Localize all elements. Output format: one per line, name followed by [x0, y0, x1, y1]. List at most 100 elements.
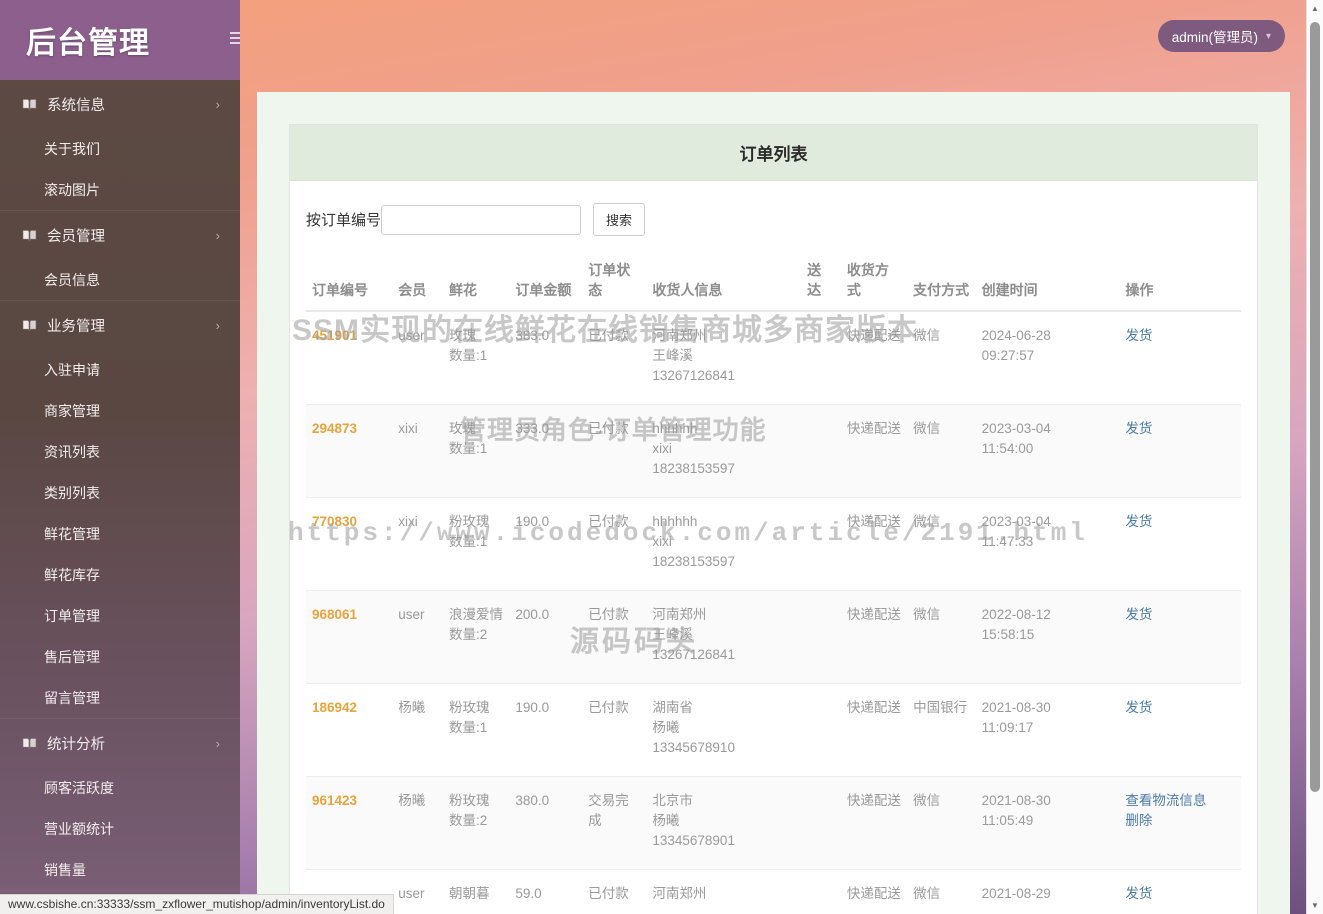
- sidebar-item[interactable]: 类别列表: [0, 472, 240, 513]
- cell-status: 交易完成: [582, 776, 647, 870]
- sidebar-group-header[interactable]: 业务管理 ›: [0, 301, 240, 349]
- column-header-ops[interactable]: 操作: [1119, 252, 1241, 312]
- row-action-link[interactable]: 发货: [1125, 605, 1235, 625]
- scroll-up-icon[interactable]: ▲: [1307, 0, 1323, 17]
- hamburger-icon[interactable]: [220, 20, 240, 56]
- cell-receiver: hhhhhh xixi 18238153597: [646, 404, 802, 498]
- column-header-pay[interactable]: 支付方式: [907, 252, 976, 312]
- cell-created-line: 2021-08-30: [981, 700, 1051, 715]
- cell-status: 已付款: [582, 404, 647, 498]
- search-bar: 按订单编号 搜索: [306, 197, 1241, 252]
- sidebar-item[interactable]: 会员信息: [0, 259, 240, 300]
- sidebar-item-label: 营业额统计: [44, 820, 114, 837]
- row-action-link[interactable]: 发货: [1125, 698, 1235, 718]
- cell-member: user: [392, 590, 444, 684]
- row-action-link[interactable]: 发货: [1125, 512, 1235, 532]
- sidebar-item[interactable]: 入驻申请: [0, 349, 240, 390]
- sidebar-item[interactable]: 营业额统计: [0, 808, 240, 849]
- cell-flower-name: 粉玫瑰: [449, 793, 490, 808]
- cell-ops: 发货: [1119, 869, 1241, 914]
- cell-created: 2021-08-30 11:05:49: [975, 776, 1120, 870]
- column-header-member[interactable]: 会员: [392, 252, 444, 312]
- cell-member: xixi: [392, 497, 444, 591]
- book-icon: [22, 319, 37, 332]
- sidebar-item[interactable]: 留言管理: [0, 677, 240, 718]
- cell-created-line: 2023-03-04: [981, 421, 1051, 436]
- row-action-link[interactable]: 查看物流信息: [1125, 791, 1235, 811]
- user-account-label: admin(管理员): [1171, 30, 1258, 45]
- chevron-right-icon: ›: [215, 227, 220, 243]
- scroll-down-icon[interactable]: ▼: [1307, 897, 1323, 914]
- cell-receiver-line: 18238153597: [652, 461, 735, 476]
- sidebar-item[interactable]: 鲜花库存: [0, 554, 240, 595]
- orders-table-body: 451901 user 玫瑰 数量:1 383.0 已付款 河南郑州 王峰溪 132671268…: [306, 311, 1241, 914]
- sidebar-item[interactable]: 关于我们: [0, 128, 240, 169]
- sidebar-item[interactable]: 售后管理: [0, 636, 240, 677]
- sidebar-item[interactable]: 商家管理: [0, 390, 240, 431]
- row-action-link[interactable]: 发货: [1125, 419, 1235, 439]
- scrollbar-thumb[interactable]: [1310, 22, 1320, 792]
- column-header-order-no[interactable]: 订单编号: [306, 252, 393, 312]
- table-row: 294873 xixi 玫瑰 数量:1 333.0 已付款 hhhhhh xixi 182381…: [306, 404, 1241, 498]
- row-action-link[interactable]: 发货: [1125, 884, 1235, 904]
- cell-flower: 浪漫爱情 数量:2: [443, 590, 510, 684]
- sidebar-item[interactable]: 顾客活跃度: [0, 767, 240, 808]
- search-button[interactable]: 搜索: [593, 203, 646, 236]
- row-action-link[interactable]: 删除: [1125, 811, 1235, 831]
- column-header-flower[interactable]: 鲜花: [443, 252, 510, 312]
- cell-ops: 发货: [1119, 311, 1241, 405]
- vertical-scrollbar[interactable]: ▲ ▼: [1306, 0, 1323, 914]
- cell-created-line: 2024-06-28: [981, 328, 1051, 343]
- cell-created-line: 2021-08-29: [981, 886, 1051, 901]
- column-header-ship[interactable]: 收货方式: [840, 252, 908, 312]
- cell-flower-name: 玫瑰: [449, 421, 477, 436]
- sidebar-group-header[interactable]: 会员管理 ›: [0, 211, 240, 259]
- sidebar-group-header[interactable]: 统计分析 ›: [0, 719, 240, 767]
- table-row: 961423 杨曦 粉玫瑰 数量:2 380.0 交易完成 北京市 杨曦 13345678901…: [306, 776, 1241, 870]
- table-row: 968061 user 浪漫爱情 数量:2 200.0 已付款 河南郑州 王峰溪 1326712…: [306, 590, 1241, 684]
- row-action-link[interactable]: 发货: [1125, 326, 1235, 346]
- column-header-delivered[interactable]: 送达: [801, 252, 841, 312]
- cell-receiver-line: 河南郑州: [652, 607, 707, 622]
- cell-member: 杨曦: [392, 776, 444, 870]
- sidebar-item[interactable]: 销售量: [0, 849, 240, 890]
- column-header-receiver[interactable]: 收货人信息: [646, 252, 802, 312]
- cell-receiver-line: 13267126841: [652, 368, 735, 383]
- cell-created: 2022-08-12 15:58:15: [975, 590, 1120, 684]
- user-account-menu[interactable]: admin(管理员) ▾: [1157, 20, 1285, 52]
- column-header-status[interactable]: 订单状态: [582, 252, 647, 312]
- cell-status: 已付款: [582, 869, 647, 914]
- cell-member: 杨曦: [392, 683, 444, 777]
- sidebar-item-label: 会员信息: [44, 271, 100, 288]
- cell-flower: 朝朝暮: [443, 869, 510, 914]
- sidebar-item[interactable]: 资讯列表: [0, 431, 240, 472]
- sidebar-item[interactable]: 滚动图片: [0, 169, 240, 210]
- sidebar-item[interactable]: 订单管理: [0, 595, 240, 636]
- cell-ship-method: 快递配送: [840, 683, 908, 777]
- cell-flower-name: 玫瑰: [449, 328, 477, 343]
- sidebar-item-label: 入驻申请: [44, 361, 100, 378]
- sidebar-item[interactable]: 鲜花管理: [0, 513, 240, 554]
- sidebar-item-label: 商家管理: [44, 402, 100, 419]
- cell-receiver: hhhhhh xixi 18238153597: [646, 497, 802, 591]
- sidebar-group-header[interactable]: 系统信息 ›: [0, 80, 240, 128]
- table-row: 770830 xixi 粉玫瑰 数量:1 190.0 已付款 hhhhhh xixi 18238…: [306, 497, 1241, 591]
- cell-pay-method: 微信: [907, 404, 976, 498]
- column-header-amount[interactable]: 订单金额: [509, 252, 583, 312]
- column-header-created[interactable]: 创建时间: [975, 252, 1120, 312]
- cell-order-no: 968061: [306, 590, 393, 684]
- search-input[interactable]: [381, 204, 582, 235]
- table-row: 451901 user 玫瑰 数量:1 383.0 已付款 河南郑州 王峰溪 132671268…: [306, 311, 1241, 405]
- cell-delivered: [801, 683, 841, 777]
- cell-receiver-line: 杨曦: [652, 720, 680, 735]
- cell-receiver-line: 河南郑州: [652, 328, 707, 343]
- cell-created-line: 2022-08-12: [981, 607, 1051, 622]
- sidebar-group-label: 系统信息: [47, 97, 105, 114]
- cell-member: user: [392, 869, 444, 914]
- cell-amount: 190.0: [509, 497, 583, 591]
- cell-amount: 190.0: [509, 683, 583, 777]
- cell-flower-name: 浪漫爱情: [449, 607, 504, 622]
- cell-amount: 383.0: [509, 311, 583, 405]
- cell-receiver-line: 王峰溪: [652, 348, 693, 363]
- cell-created-line: 2023-03-04: [981, 514, 1051, 529]
